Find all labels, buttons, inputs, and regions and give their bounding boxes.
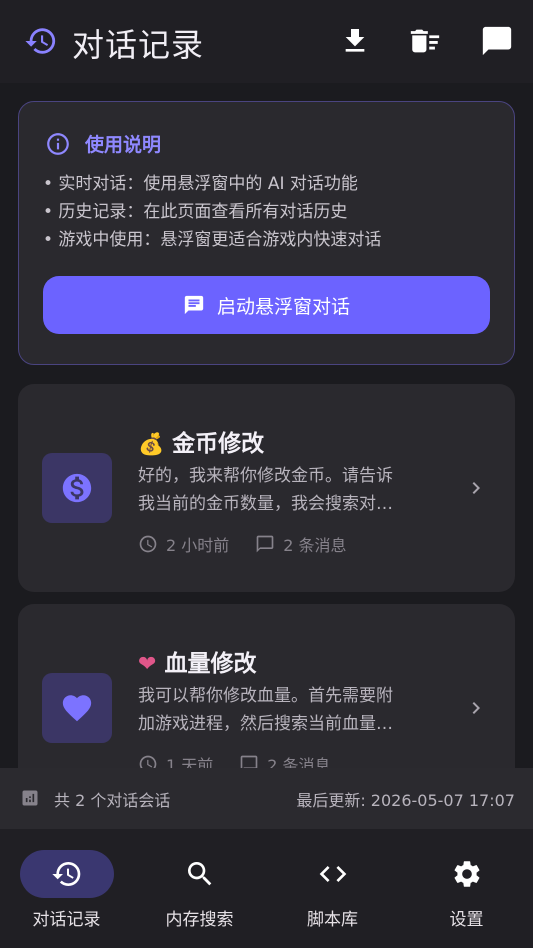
session-message-count: 2 条消息 [255, 532, 347, 556]
heart-emoji: ❤ [138, 652, 157, 677]
session-messages-text: 2 条消息 [283, 536, 347, 555]
session-time: 2 小时前 [138, 532, 229, 556]
launch-button-label: 启动悬浮窗对话 [216, 295, 350, 318]
info-title: 使用说明 [85, 134, 162, 156]
session-title: ❤ 血量修改 [138, 644, 256, 678]
message-icon [240, 755, 258, 768]
usage-info-card: 使用说明 • 实时对话：使用悬浮窗中的 AI 对话功能 • 历史记录：在此页面查… [18, 101, 515, 365]
nav-item-script-library[interactable]: 脚本库 [266, 829, 399, 948]
info-line-realtime: • 实时对话：使用悬浮窗中的 AI 对话功能 [43, 174, 358, 194]
session-card[interactable]: ❤ 血量修改 我可以帮你修改血量。首先需要附 加游戏进程，然后搜索当前血量… 1… [18, 604, 515, 768]
info-icon [47, 132, 69, 155]
conversation-list[interactable]: 使用说明 • 实时对话：使用悬浮窗中的 AI 对话功能 • 历史记录：在此页面查… [0, 83, 533, 768]
last-updated: 最后更新: 2026-05-07 17:07 [296, 791, 515, 810]
dollar-icon [62, 473, 92, 503]
chevron-right-icon [472, 482, 480, 494]
clear-all-icon [410, 29, 440, 53]
top-app-bar: 对话记录 [0, 0, 533, 83]
session-avatar [42, 453, 112, 523]
info-lines: • 实时对话：使用悬浮窗中的 AI 对话功能 • 历史记录：在此页面查看所有对话… [43, 170, 381, 254]
nav-indicator [20, 850, 114, 898]
session-title: 💰 金币修改 [138, 424, 264, 458]
chat-icon [482, 26, 512, 56]
analytics-icon [22, 790, 38, 806]
nav-item-memory-search[interactable]: 内存搜索 [133, 829, 266, 948]
download-icon [345, 29, 365, 52]
session-card[interactable]: 💰 金币修改 好的，我来帮你修改金币。请告诉 我当前的金币数量，我会搜索对… 2… [18, 384, 515, 592]
new-chat-button[interactable] [480, 24, 514, 58]
info-line-history: • 历史记录：在此页面查看所有对话历史 [43, 202, 348, 222]
session-message-count: 2 条消息 [239, 752, 331, 768]
message-icon [256, 535, 274, 553]
session-preview-line: 我当前的金币数量，我会搜索对… [138, 494, 393, 514]
chat-icon [184, 295, 204, 315]
gear-icon [454, 861, 480, 887]
clock-icon [139, 535, 157, 553]
search-icon [188, 862, 212, 886]
history-icon [25, 28, 56, 54]
heart-icon [62, 695, 92, 722]
session-time: 1 天前 [138, 752, 213, 768]
chevron-right-icon [472, 702, 480, 714]
session-avatar [42, 673, 112, 743]
info-header: 使用说明 [45, 130, 161, 157]
download-button[interactable] [338, 24, 372, 58]
launch-floating-chat-button[interactable]: 启动悬浮窗对话 [43, 276, 490, 334]
session-preview: 好的，我来帮你修改金币。请告诉 我当前的金币数量，我会搜索对… [138, 462, 438, 518]
session-preview-line: 好的，我来帮你修改金币。请告诉 [138, 466, 393, 486]
history-icon [52, 862, 81, 886]
session-title-text: 血量修改 [164, 651, 257, 677]
stats-bar: 共 2 个对话会话 最后更新: 2026-05-07 17:07 [0, 768, 533, 829]
session-meta: 2 小时前 2 条消息 [138, 532, 373, 556]
session-meta: 1 天前 2 条消息 [138, 752, 357, 768]
code-icon [319, 866, 347, 882]
session-title-text: 金币修改 [172, 431, 265, 457]
nav-indicator [286, 850, 380, 898]
nav-indicator [153, 850, 247, 898]
nav-indicator [420, 850, 514, 898]
session-time-text: 2 小时前 [166, 536, 230, 555]
session-preview: 我可以帮你修改血量。首先需要附 加游戏进程，然后搜索当前血量… [138, 682, 438, 738]
session-preview-line: 加游戏进程，然后搜索当前血量… [138, 714, 393, 734]
nav-item-settings[interactable]: 设置 [400, 829, 533, 948]
nav-label: 设置 [449, 910, 484, 930]
session-count: 共 2 个对话会话 [54, 791, 171, 810]
session-messages-text: 2 条消息 [267, 756, 331, 768]
nav-label: 对话记录 [32, 910, 101, 930]
clear-all-button[interactable] [408, 24, 442, 58]
session-preview-line: 我可以帮你修改血量。首先需要附 [138, 686, 393, 706]
nav-label: 内存搜索 [165, 910, 234, 930]
session-time-text: 1 天前 [166, 756, 214, 768]
page-title: 对话记录 [72, 26, 205, 64]
info-line-ingame: • 游戏中使用：悬浮窗更适合游戏内快速对话 [43, 230, 382, 250]
clock-icon [139, 755, 157, 768]
nav-label: 脚本库 [307, 910, 358, 930]
nav-item-history[interactable]: 对话记录 [0, 829, 133, 948]
bottom-navigation: 对话记录 内存搜索 脚本库 设置 [0, 829, 533, 948]
coin-bag-emoji: 💰 [138, 432, 165, 456]
